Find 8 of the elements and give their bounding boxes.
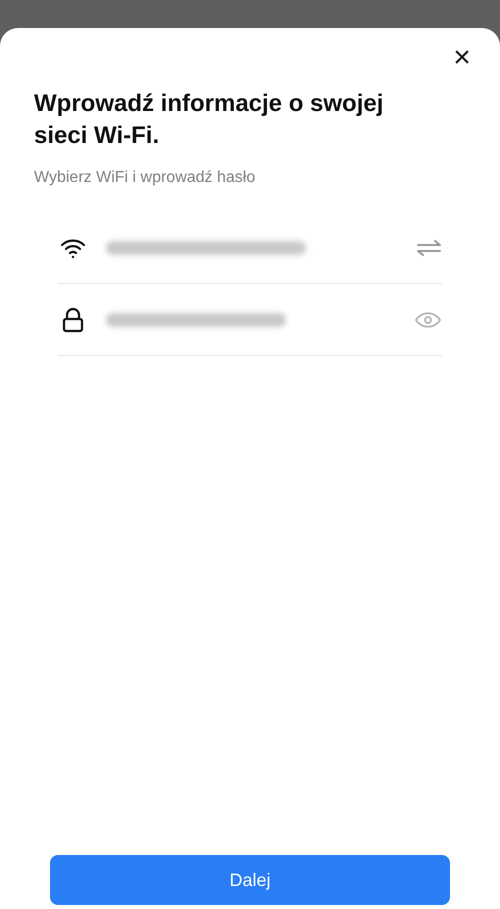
next-button[interactable]: Dalej	[50, 855, 450, 905]
eye-icon[interactable]	[414, 310, 442, 328]
swap-icon[interactable]	[416, 238, 442, 256]
dialog-subtitle: Wybierz WiFi i wprowadź hasło	[34, 168, 256, 188]
dialog-title: Wprowadź informacje o swojej sieci Wi-Fi.	[34, 89, 384, 151]
close-button[interactable]: ×	[446, 42, 478, 74]
lock-icon	[62, 306, 84, 332]
wifi-icon	[60, 236, 86, 258]
